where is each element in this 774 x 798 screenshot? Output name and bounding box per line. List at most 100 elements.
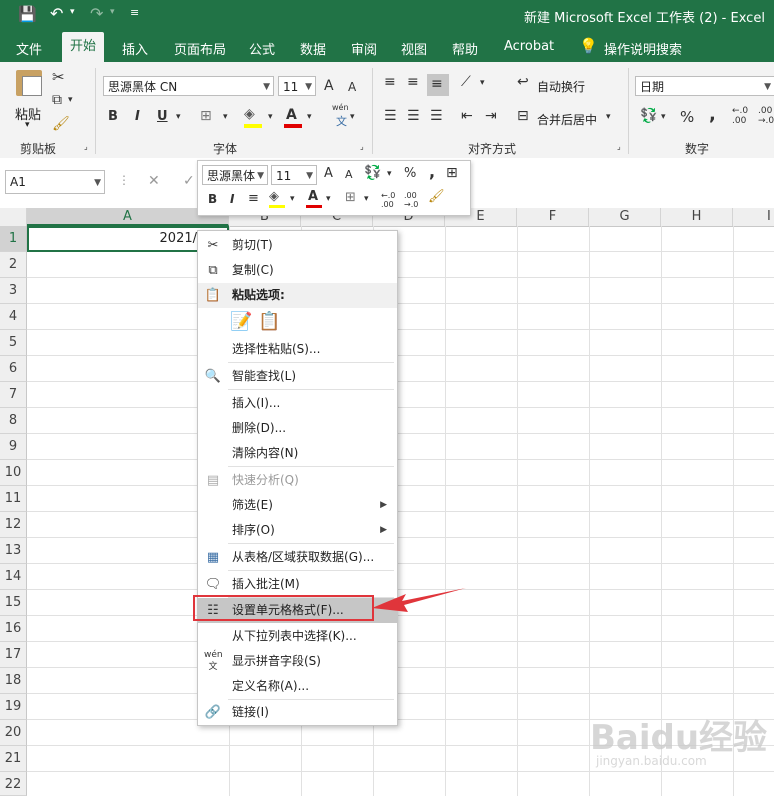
mini-font-color-dropdown-icon[interactable]: ▾ [326,194,331,204]
mini-accounting-icon[interactable]: 💱 [364,165,381,181]
font-launcher-icon[interactable]: ⌟ [360,142,364,151]
redo-dropdown-icon[interactable]: ▾ [110,7,115,17]
row-header-3[interactable]: 3 [0,278,27,304]
menu-item-cut[interactable]: ✂ 剪切(T) [198,233,397,258]
paste-formula-icon[interactable]: 📝 [230,311,252,332]
menu-item-pick-from-dropdown[interactable]: 从下拉列表中选择(K)... [198,624,397,649]
enter-entry-icon[interactable]: ✓ [183,173,195,189]
save-icon[interactable]: 💾 [18,5,37,23]
row-header-4[interactable]: 4 [0,304,27,330]
row-header-1[interactable]: 1 [0,226,27,252]
mini-format-table-icon[interactable]: ⊞ [446,165,458,181]
clipboard-launcher-icon[interactable]: ⌟ [84,142,88,151]
select-all-corner[interactable] [0,208,27,226]
row-header-21[interactable]: 21 [0,746,27,772]
accounting-dropdown-icon[interactable]: ▾ [661,112,666,122]
menu-item-get-data-from-table[interactable]: ▦ 从表格/区域获取数据(G)... [198,545,397,570]
mini-format-painter-icon[interactable]: 🖌 [428,189,445,204]
menu-item-copy[interactable]: ⧉ 复制(C) [198,258,397,283]
mini-fill-dropdown-icon[interactable]: ▾ [290,194,295,204]
paste-clipboard-icon[interactable]: 📋 [258,311,280,332]
tab-acrobat[interactable]: Acrobat [504,39,554,54]
menu-item-define-name[interactable]: 定义名称(A)... [198,674,397,699]
merge-center-button[interactable]: 合并后居中 [537,111,597,128]
align-middle-icon[interactable]: ≡ [407,74,419,90]
merge-center-icon[interactable]: ⊟ [517,108,529,124]
column-header-h[interactable]: H [661,208,733,226]
tab-help[interactable]: 帮助 [452,39,478,58]
percent-style-button[interactable]: % [680,108,694,126]
menu-item-show-phonetic[interactable]: wén 文 显示拼音字段(S) [198,649,397,674]
mini-comma-button[interactable]: , [429,162,435,181]
tab-page-layout[interactable]: 页面布局 [174,39,226,58]
row-header-15[interactable]: 15 [0,590,27,616]
tab-view[interactable]: 视图 [401,39,427,58]
orientation-dropdown-icon[interactable]: ▾ [480,78,485,88]
tell-me-search[interactable]: 操作说明搜索 [604,39,682,58]
mini-borders-dropdown-icon[interactable]: ▾ [364,194,369,204]
mini-align-center-icon[interactable]: ≡ [248,191,259,206]
mini-font-color-icon[interactable]: A [308,189,318,204]
font-color-icon[interactable]: A [286,107,297,123]
name-box[interactable]: A1 ▼ [5,170,105,194]
row-header-6[interactable]: 6 [0,356,27,382]
align-top-icon[interactable]: ≡ [384,74,396,90]
undo-icon[interactable]: ↶ [50,4,63,23]
align-left-icon[interactable]: ☰ [384,108,397,124]
mini-decrease-decimal-icon[interactable]: .00 →.0 [404,191,418,209]
row-header-19[interactable]: 19 [0,694,27,720]
menu-item-clear-contents[interactable]: 清除内容(N) [198,441,397,466]
tab-data[interactable]: 数据 [300,39,326,58]
row-header-13[interactable]: 13 [0,538,27,564]
accounting-format-icon[interactable]: 💱 [640,108,657,124]
align-right-icon[interactable]: ☰ [430,108,443,124]
mini-italic-button[interactable]: I [230,192,234,206]
mini-shrink-font-icon[interactable]: A [345,168,353,181]
bold-button[interactable]: B [108,109,118,124]
cut-icon[interactable]: ✂ [52,68,65,86]
row-header-14[interactable]: 14 [0,564,27,590]
menu-item-paste-special[interactable]: 选择性粘贴(S)... [198,337,397,362]
mini-percent-button[interactable]: % [404,166,416,181]
menu-item-link[interactable]: 🔗 链接(I) [198,700,397,725]
align-center-icon[interactable]: ☰ [407,108,420,124]
shrink-font-icon[interactable]: A [348,80,356,94]
column-header-i[interactable]: I [733,208,774,226]
row-header-22[interactable]: 22 [0,772,27,796]
increase-decimal-icon[interactable]: ←.0 .00 [732,106,748,126]
wrap-text-button[interactable]: 自动换行 [537,78,585,95]
menu-item-insert-comment[interactable]: 🗨 插入批注(M) [198,572,397,597]
mini-font-size-box[interactable]: 11 ▼ [271,165,317,185]
fill-dropdown-icon[interactable]: ▾ [268,112,273,122]
wrap-text-icon[interactable]: ↩ [517,74,529,90]
row-header-11[interactable]: 11 [0,486,27,512]
redo-icon[interactable]: ↷ [90,4,103,23]
menu-item-smart-lookup[interactable]: 🔍 智能查找(L) [198,364,397,389]
cancel-entry-icon[interactable]: ✕ [148,173,160,189]
row-header-17[interactable]: 17 [0,642,27,668]
row-header-18[interactable]: 18 [0,668,27,694]
tab-file[interactable]: 文件 [16,39,42,58]
decrease-decimal-icon[interactable]: .00 →.0 [758,106,774,126]
mini-font-name-box[interactable]: 思源黑体 ▼ [202,165,268,185]
borders-icon[interactable]: ⊞ [200,108,212,124]
font-name-box[interactable]: 思源黑体 CN ▼ [103,76,274,96]
mini-increase-decimal-icon[interactable]: ←.0 .00 [381,191,395,209]
row-header-5[interactable]: 5 [0,330,27,356]
phonetic-icon[interactable]: wén [332,103,349,112]
row-header-12[interactable]: 12 [0,512,27,538]
font-size-box[interactable]: 11 ▼ [278,76,316,96]
menu-item-filter[interactable]: 筛选(E) ▶ [198,493,397,518]
font-color-dropdown-icon[interactable]: ▾ [307,112,312,122]
borders-dropdown-icon[interactable]: ▾ [223,112,228,122]
increase-indent-icon[interactable]: ⇥ [485,108,497,124]
menu-item-insert[interactable]: 插入(I)... [198,391,397,416]
customize-qat-icon[interactable]: ≡ [130,6,139,19]
mini-borders-icon[interactable]: ⊞ [345,190,356,205]
paste-dropdown-icon[interactable]: ▾ [25,120,30,130]
tab-insert[interactable]: 插入 [122,39,148,58]
row-header-20[interactable]: 20 [0,720,27,746]
row-header-9[interactable]: 9 [0,434,27,460]
tab-home[interactable]: 开始 [62,32,105,62]
fill-color-icon[interactable]: ◈ [244,106,255,122]
